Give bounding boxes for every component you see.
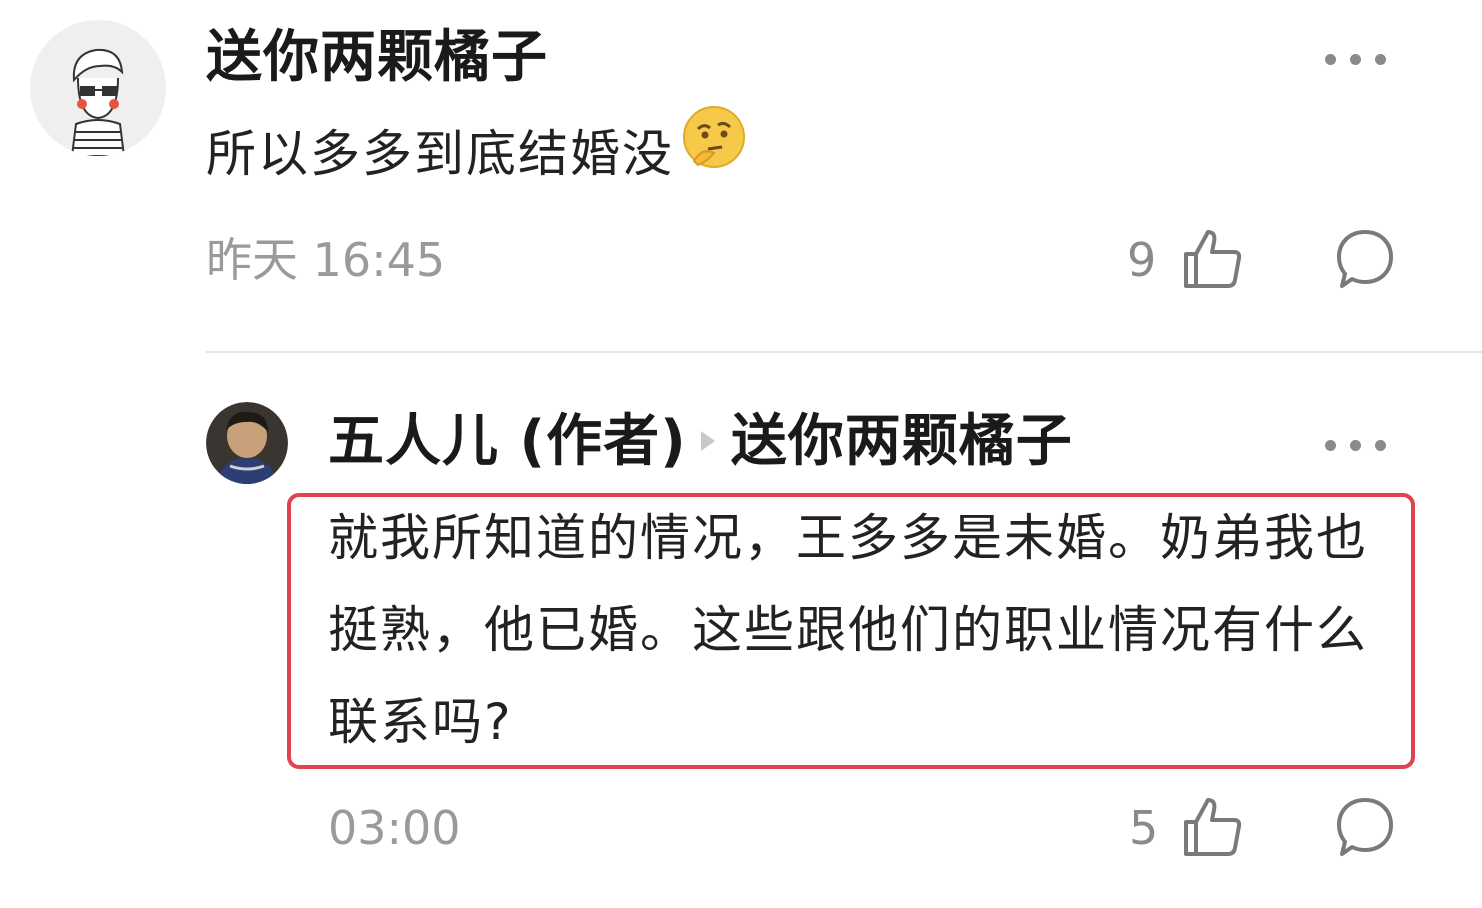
comment-time: 03:00 <box>328 801 461 855</box>
comment-bubble-icon[interactable] <box>1334 796 1396 858</box>
reply-to-user[interactable]: 送你两颗橘子 <box>731 409 1073 474</box>
thumbs-up-icon[interactable] <box>1182 228 1244 290</box>
comment-bubble-icon[interactable] <box>1334 228 1396 290</box>
comment-text: 所以多多到底结婚没 <box>206 125 674 183</box>
reply-header: 五人儿 (作者) 送你两颗橘子 <box>328 410 1073 474</box>
avatar[interactable] <box>30 20 166 156</box>
thumbs-up-icon[interactable] <box>1182 796 1244 858</box>
comment-time: 昨天 16:45 <box>206 233 446 287</box>
thinking-face-emoji <box>680 103 748 200</box>
avatar[interactable] <box>206 402 288 484</box>
comments-page: 送你两颗橘子 所以多多到底结婚没 昨天 16:45 9 五人儿 (作者) 送你两… <box>0 0 1482 908</box>
divider <box>206 351 1482 353</box>
more-icon[interactable] <box>1325 54 1386 65</box>
comment-author[interactable]: 送你两颗橘子 <box>206 26 548 90</box>
like-count: 9 <box>1127 233 1157 287</box>
comment-text: 就我所知道的情况，王多多是未婚。奶弟我也挺熟，他已婚。这些跟他们的职业情况有什么… <box>328 509 1368 751</box>
reply-arrow-icon <box>700 430 715 451</box>
comment-text-row: 所以多多到底结婚没 <box>206 106 748 206</box>
comment-author[interactable]: 五人儿 (作者) <box>328 409 687 474</box>
more-icon[interactable] <box>1325 440 1386 451</box>
like-count: 5 <box>1129 801 1159 855</box>
